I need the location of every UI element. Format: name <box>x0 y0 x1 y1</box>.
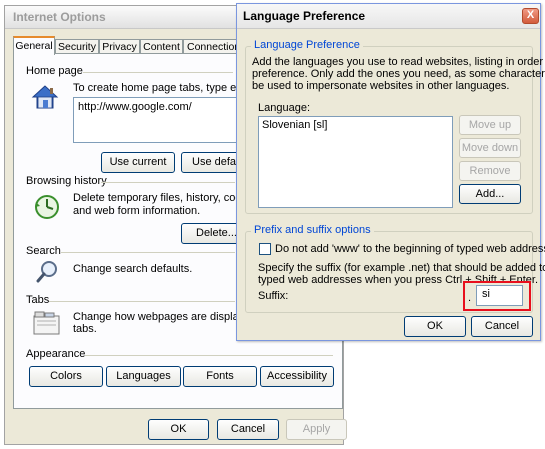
magnifier-icon <box>36 260 60 284</box>
language-preference-group-label: Language Preference <box>251 39 363 51</box>
language-description-3: be used to impersonate websites in other… <box>252 80 510 92</box>
lp-ok-button[interactable]: OK <box>404 316 466 337</box>
remove-button: Remove <box>459 161 521 181</box>
move-down-button: Move down <box>459 138 521 158</box>
list-item[interactable]: Slovenian [sl] <box>262 119 449 131</box>
tabs-heading: Tabs <box>26 294 50 306</box>
io-apply-button: Apply <box>286 419 347 440</box>
internet-options-title: Internet Options <box>13 10 106 24</box>
io-cancel-button[interactable]: Cancel <box>217 419 279 440</box>
tabs-description-2: tabs. <box>73 323 97 335</box>
move-up-button: Move up <box>459 115 521 135</box>
language-preference-titlebar: Language Preference X <box>237 4 540 29</box>
tab-security[interactable]: Security <box>55 39 99 54</box>
tab-general[interactable]: General <box>13 36 55 55</box>
close-icon[interactable]: X <box>522 8 539 24</box>
appearance-heading: Appearance <box>26 348 86 360</box>
language-preference-dialog: Language Preference X Language Preferenc… <box>236 3 545 341</box>
prefix-suffix-group-label: Prefix and suffix options <box>251 224 374 236</box>
browsing-history-heading: Browsing history <box>26 175 107 187</box>
lp-cancel-button[interactable]: Cancel <box>471 316 533 337</box>
home-page-divider <box>83 72 233 73</box>
tab-content[interactable]: Content <box>140 39 183 54</box>
language-list-label: Language: <box>258 102 310 114</box>
tabs-divider <box>49 301 235 302</box>
history-clock-icon <box>34 194 62 220</box>
browsing-history-description-2: and web form information. <box>73 205 201 217</box>
language-description-1: Add the languages you use to read websit… <box>252 56 545 68</box>
search-divider <box>61 252 235 253</box>
home-page-heading: Home page <box>26 65 83 77</box>
languages-button[interactable]: Languages <box>106 366 181 387</box>
appearance-divider <box>85 355 333 356</box>
no-www-checkbox[interactable] <box>259 243 271 255</box>
tab-connections[interactable]: Connections <box>183 39 239 54</box>
search-heading: Search <box>26 245 61 257</box>
language-description-2: preference. Only add the ones you need, … <box>252 68 545 80</box>
language-list[interactable]: Slovenian [sl] <box>258 116 453 208</box>
language-preference-title: Language Preference <box>243 9 366 23</box>
use-current-button[interactable]: Use current <box>101 152 175 173</box>
house-icon <box>31 84 59 110</box>
tabbed-window-icon <box>33 311 61 335</box>
add-language-button[interactable]: Add... <box>459 184 521 204</box>
search-description: Change search defaults. <box>73 263 193 275</box>
delete-history-button[interactable]: Delete... <box>181 223 241 244</box>
suffix-description-1: Specify the suffix (for example .net) th… <box>258 262 545 274</box>
suffix-label: Suffix: <box>258 290 289 302</box>
io-ok-button[interactable]: OK <box>148 419 209 440</box>
colors-button[interactable]: Colors <box>29 366 103 387</box>
fonts-button[interactable]: Fonts <box>183 366 257 387</box>
no-www-checkbox-label[interactable]: Do not add 'www' to the beginning of typ… <box>275 243 545 255</box>
browsing-history-divider <box>101 182 235 183</box>
home-page-url-field[interactable]: http://www.google.com/ <box>73 97 239 143</box>
accessibility-button[interactable]: Accessibility <box>260 366 334 387</box>
tab-privacy[interactable]: Privacy <box>99 39 140 54</box>
suffix-highlight-annotation <box>463 281 531 311</box>
